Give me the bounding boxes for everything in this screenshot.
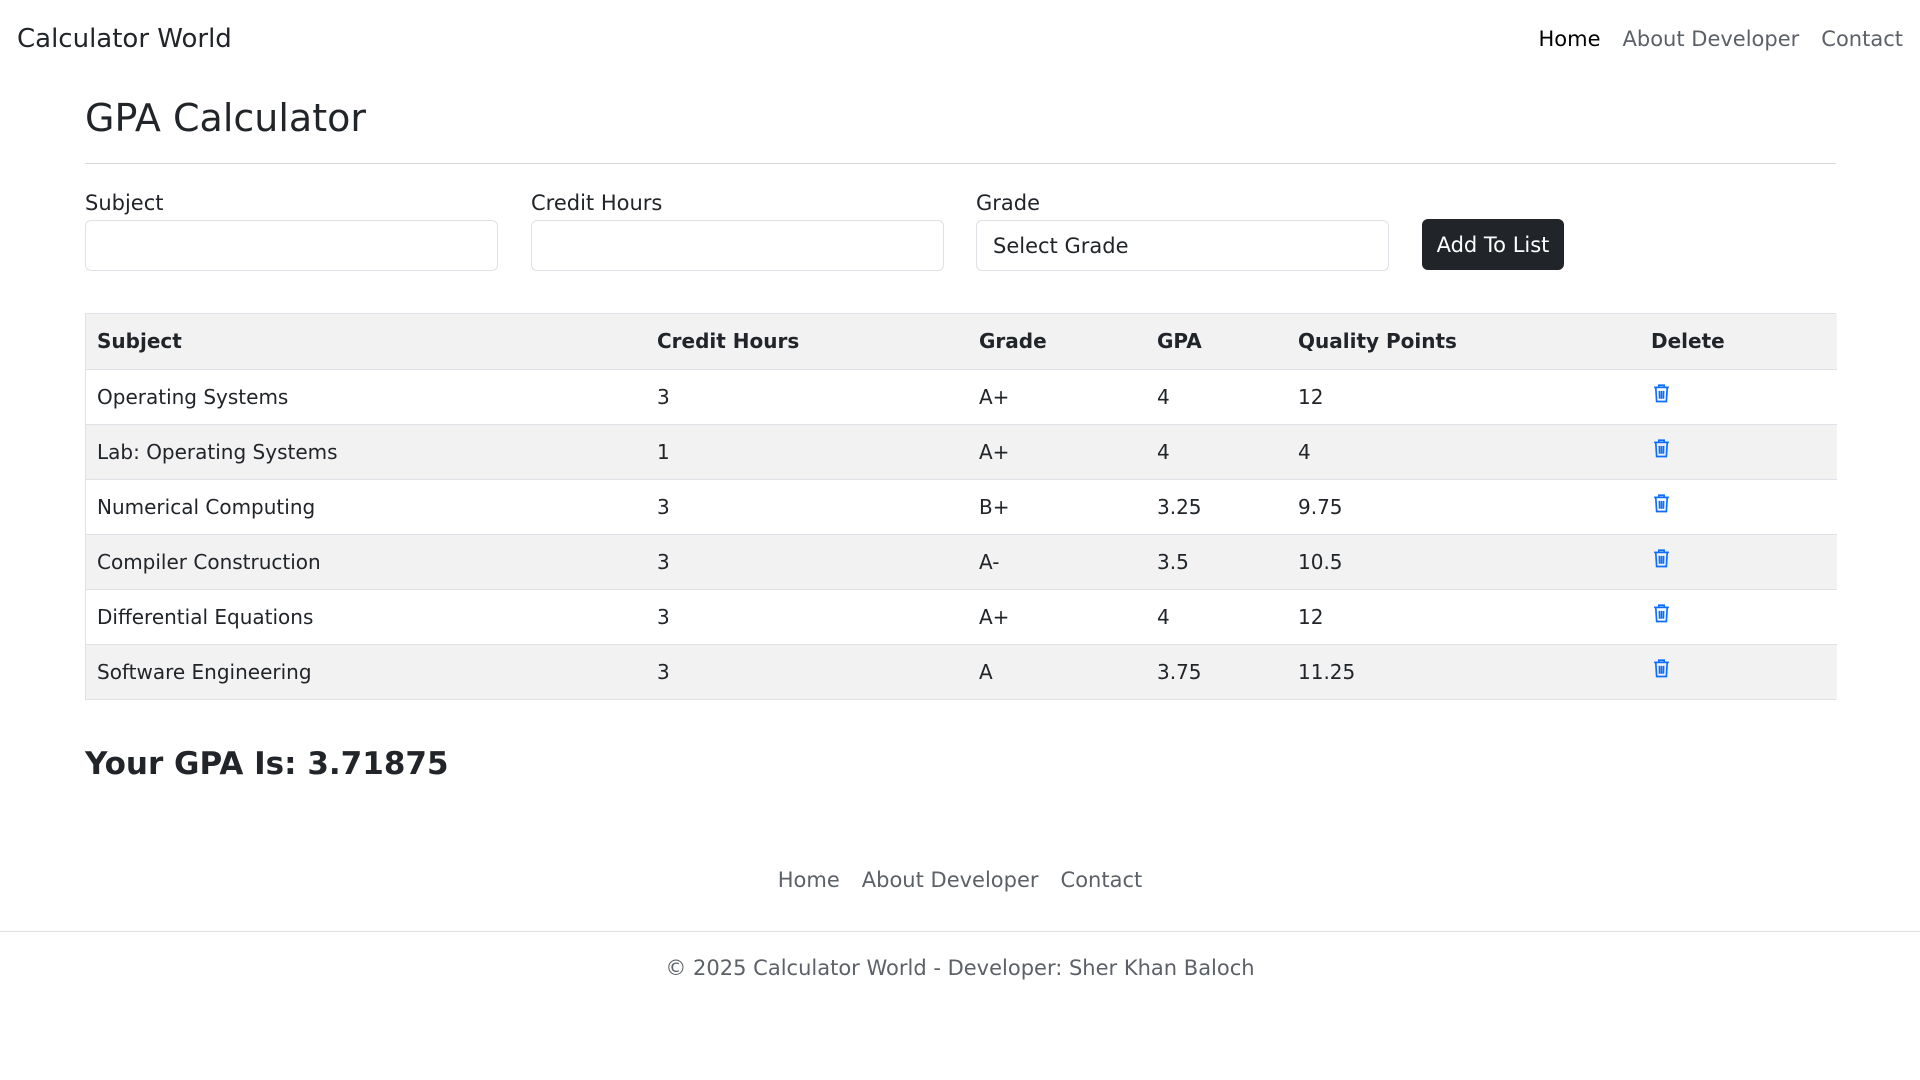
nav-link-contact[interactable]: Contact (1821, 27, 1903, 51)
add-to-list-button[interactable]: Add To List (1422, 219, 1564, 270)
cell-credit-hours: 3 (646, 534, 968, 590)
cell-delete (1640, 424, 1837, 480)
cell-quality-points: 12 (1287, 589, 1640, 645)
cell-subject: Differential Equations (86, 589, 646, 645)
header-delete: Delete (1640, 314, 1837, 370)
gpa-result: Your GPA Is: 3.71875 (85, 746, 449, 782)
footer-link-home[interactable]: Home (778, 868, 840, 892)
cell-subject: Lab: Operating Systems (86, 424, 646, 480)
cell-gpa: 3.5 (1146, 534, 1287, 590)
cell-subject: Operating Systems (86, 369, 646, 425)
cell-delete (1640, 479, 1837, 535)
grade-select-value: Select Grade (993, 233, 1129, 258)
footer-links: Home About Developer Contact (0, 868, 1920, 892)
trash-icon[interactable] (1653, 549, 1670, 573)
cell-credit-hours: 3 (646, 589, 968, 645)
cell-grade: A+ (968, 369, 1146, 425)
header-quality-points: Quality Points (1287, 314, 1640, 370)
trash-icon[interactable] (1653, 659, 1670, 683)
table-row: Lab: Operating Systems 1 A+ 4 4 (86, 424, 1837, 480)
navbar: Calculator World Home About Developer Co… (0, 0, 1920, 78)
table-row: Compiler Construction 3 A- 3.5 10.5 (86, 534, 1837, 590)
table-row: Differential Equations 3 A+ 4 12 (86, 589, 1837, 645)
page-title: GPA Calculator (85, 96, 366, 140)
copyright-text: © 2025 Calculator World - Developer: She… (665, 956, 1255, 980)
trash-icon[interactable] (1653, 494, 1670, 518)
cell-credit-hours: 1 (646, 424, 968, 480)
table-header-row: Subject Credit Hours Grade GPA Quality P… (86, 314, 1837, 370)
cell-gpa: 3.75 (1146, 644, 1287, 699)
header-gpa: GPA (1146, 314, 1287, 370)
trash-icon[interactable] (1653, 384, 1670, 408)
header-grade: Grade (968, 314, 1146, 370)
brand-logo-text[interactable]: Calculator World (17, 24, 232, 54)
cell-credit-hours: 3 (646, 479, 968, 535)
cell-delete (1640, 369, 1837, 425)
table-body: Operating Systems 3 A+ 4 12 Lab: Operating Sy… (86, 369, 1837, 699)
cell-quality-points: 9.75 (1287, 479, 1640, 535)
subject-field-group: Subject (85, 190, 498, 271)
header-credit-hours: Credit Hours (646, 314, 968, 370)
cell-gpa: 4 (1146, 369, 1287, 425)
credit-hours-field-group: Credit Hours (531, 190, 944, 271)
cell-grade: B+ (968, 479, 1146, 535)
cell-quality-points: 12 (1287, 369, 1640, 425)
cell-quality-points: 11.25 (1287, 644, 1640, 699)
cell-grade: A (968, 644, 1146, 699)
cell-grade: A+ (968, 589, 1146, 645)
nav-links: Home About Developer Contact (1539, 27, 1904, 51)
credit-hours-input[interactable] (531, 220, 944, 271)
subjects-table: Subject Credit Hours Grade GPA Quality P… (85, 313, 1837, 700)
cell-gpa: 4 (1146, 424, 1287, 480)
title-divider (85, 163, 1836, 164)
footer-link-contact[interactable]: Contact (1061, 868, 1143, 892)
trash-icon[interactable] (1653, 439, 1670, 463)
table-row: Operating Systems 3 A+ 4 12 (86, 369, 1837, 425)
cell-delete (1640, 589, 1837, 645)
cell-credit-hours: 3 (646, 369, 968, 425)
credit-hours-label: Credit Hours (531, 191, 663, 215)
cell-subject: Software Engineering (86, 644, 646, 699)
footer-link-about-developer[interactable]: About Developer (862, 868, 1039, 892)
cell-grade: A- (968, 534, 1146, 590)
trash-icon[interactable] (1653, 604, 1670, 628)
cell-subject: Compiler Construction (86, 534, 646, 590)
cell-delete (1640, 534, 1837, 590)
add-subject-form: Subject Credit Hours Grade Select Grade … (85, 190, 1836, 271)
cell-gpa: 4 (1146, 589, 1287, 645)
cell-credit-hours: 3 (646, 644, 968, 699)
nav-link-about-developer[interactable]: About Developer (1623, 27, 1800, 51)
grade-select[interactable]: Select Grade (976, 220, 1389, 271)
cell-quality-points: 10.5 (1287, 534, 1640, 590)
footer-divider (0, 931, 1920, 932)
subject-label: Subject (85, 191, 164, 215)
cell-subject: Numerical Computing (86, 479, 646, 535)
grade-field-group: Grade Select Grade (976, 190, 1389, 271)
cell-gpa: 3.25 (1146, 479, 1287, 535)
header-subject: Subject (86, 314, 646, 370)
table-row: Software Engineering 3 A 3.75 11.25 (86, 644, 1837, 699)
cell-quality-points: 4 (1287, 424, 1640, 480)
cell-delete (1640, 644, 1837, 699)
subject-input[interactable] (85, 220, 498, 271)
cell-grade: A+ (968, 424, 1146, 480)
nav-link-home[interactable]: Home (1539, 27, 1601, 51)
table-row: Numerical Computing 3 B+ 3.25 9.75 (86, 479, 1837, 535)
grade-label: Grade (976, 191, 1041, 215)
